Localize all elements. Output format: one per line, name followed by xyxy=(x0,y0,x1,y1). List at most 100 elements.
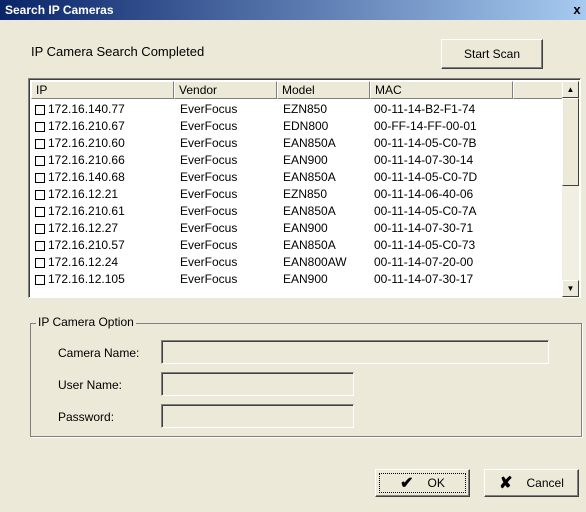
ip-cell: 172.16.12.21 xyxy=(31,186,174,203)
ip-cell: 172.16.12.27 xyxy=(31,220,174,237)
table-row[interactable]: 172.16.210.57 EverFocus EAN850A 00-11-14-05… xyxy=(31,237,563,254)
vendor-cell: EverFocus xyxy=(180,153,238,167)
vendor-cell: EverFocus xyxy=(180,136,238,150)
ip-text: 172.16.140.68 xyxy=(48,170,125,184)
table-row[interactable]: 172.16.210.66 EverFocus EAN900 00-11-14-07-… xyxy=(31,152,563,169)
focus-rectangle xyxy=(379,473,466,493)
ok-button[interactable]: ✔ OK xyxy=(375,469,470,497)
mac-cell: 00-11-14-05-C0-7D xyxy=(374,170,478,184)
arrow-up-icon: ▲ xyxy=(566,85,575,94)
column-header-ip[interactable]: IP xyxy=(31,81,174,99)
arrow-down-icon: ▼ xyxy=(566,284,575,293)
ip-text: 172.16.210.66 xyxy=(48,153,125,167)
vendor-cell: EverFocus xyxy=(180,119,238,133)
column-header-vendor[interactable]: Vendor xyxy=(174,81,277,99)
start-scan-button[interactable]: Start Scan xyxy=(441,39,543,69)
table-row[interactable]: 172.16.210.67 EverFocus EDN800 00-FF-14-FF-… xyxy=(31,118,563,135)
ip-cell: 172.16.210.61 xyxy=(31,203,174,220)
checkbox-icon[interactable] xyxy=(35,138,45,149)
mac-cell: 00-11-14-B2-F1-74 xyxy=(374,102,476,116)
model-cell: EZN850 xyxy=(283,187,328,201)
cancel-label: Cancel xyxy=(526,476,564,490)
vendor-cell: EverFocus xyxy=(180,238,238,252)
cancel-button[interactable]: ✘ Cancel xyxy=(484,469,579,497)
camera-name-field[interactable] xyxy=(161,340,549,364)
list-header: IP Vendor Model MAC xyxy=(31,81,563,99)
camera-list: IP Vendor Model MAC 172.16.140.77 EverFoc… xyxy=(28,78,581,298)
table-row[interactable]: 172.16.210.61 EverFocus EAN850A 00-11-14-05… xyxy=(31,203,563,220)
x-icon: ✘ xyxy=(499,475,513,492)
vendor-cell: EverFocus xyxy=(180,221,238,235)
ip-cell: 172.16.140.77 xyxy=(31,101,174,118)
mac-cell: 00-11-14-07-30-14 xyxy=(374,153,474,167)
checkbox-icon[interactable] xyxy=(35,274,45,285)
mac-cell: 00-11-14-06-40-06 xyxy=(374,187,474,201)
vendor-cell: EverFocus xyxy=(180,170,238,184)
ip-cell: 172.16.210.66 xyxy=(31,152,174,169)
vendor-cell: EverFocus xyxy=(180,204,238,218)
ip-cell: 172.16.210.60 xyxy=(31,135,174,152)
checkbox-icon[interactable] xyxy=(35,104,45,115)
ip-text: 172.16.210.57 xyxy=(48,238,125,252)
user-name-field[interactable] xyxy=(161,372,354,396)
table-row[interactable]: 172.16.140.77 EverFocus EZN850 00-11-14-B2-… xyxy=(31,101,563,118)
vendor-cell: EverFocus xyxy=(180,272,238,286)
mac-cell: 00-FF-14-FF-00-01 xyxy=(374,119,477,133)
mac-cell: 00-11-14-05-C0-7A xyxy=(374,204,477,218)
ip-text: 172.16.140.77 xyxy=(48,102,125,116)
ip-camera-option-group: IP Camera Option Camera Name: User Name:… xyxy=(30,315,582,437)
model-cell: EAN900 xyxy=(283,221,328,235)
model-cell: EAN850A xyxy=(283,136,336,150)
vendor-cell: EverFocus xyxy=(180,102,238,116)
model-cell: EAN800AW xyxy=(283,255,347,269)
table-row[interactable]: 172.16.12.21 EverFocus EZN850 00-11-14-06-4… xyxy=(31,186,563,203)
model-cell: EAN900 xyxy=(283,153,328,167)
checkbox-icon[interactable] xyxy=(35,189,45,200)
camera-rows: 172.16.140.77 EverFocus EZN850 00-11-14-B2-… xyxy=(31,101,563,288)
ip-cell: 172.16.12.105 xyxy=(31,271,174,288)
checkbox-icon[interactable] xyxy=(35,240,45,251)
mac-cell: 00-11-14-07-20-00 xyxy=(374,255,474,269)
table-row[interactable]: 172.16.12.24 EverFocus EAN800AW 00-11-14-07… xyxy=(31,254,563,271)
checkbox-icon[interactable] xyxy=(35,121,45,132)
scroll-thumb[interactable] xyxy=(562,98,579,186)
ip-cell: 172.16.140.68 xyxy=(31,169,174,186)
table-row[interactable]: 172.16.140.68 EverFocus EAN850A 00-11-14-05… xyxy=(31,169,563,186)
table-row[interactable]: 172.16.12.27 EverFocus EAN900 00-11-14-07-3… xyxy=(31,220,563,237)
camera-name-label: Camera Name: xyxy=(58,346,140,360)
mac-cell: 00-11-14-05-C0-73 xyxy=(374,238,476,252)
window-title: Search IP Cameras xyxy=(5,3,114,17)
model-cell: EAN850A xyxy=(283,204,336,218)
vendor-cell: EverFocus xyxy=(180,187,238,201)
user-name-label: User Name: xyxy=(58,378,123,392)
vertical-scrollbar[interactable]: ▲ ▼ xyxy=(562,81,579,297)
column-header-model[interactable]: Model xyxy=(277,81,370,99)
checkbox-icon[interactable] xyxy=(35,206,45,217)
ip-text: 172.16.210.61 xyxy=(48,204,125,218)
checkbox-icon[interactable] xyxy=(35,172,45,183)
column-header-mac[interactable]: MAC xyxy=(370,81,513,99)
table-row[interactable]: 172.16.210.60 EverFocus EAN850A 00-11-14-05… xyxy=(31,135,563,152)
table-row[interactable]: 172.16.12.105 EverFocus EAN900 00-11-14-07-… xyxy=(31,271,563,288)
scroll-down-button[interactable]: ▼ xyxy=(562,280,579,297)
ip-cell: 172.16.12.24 xyxy=(31,254,174,271)
ip-camera-option-title: IP Camera Option xyxy=(36,315,136,329)
ip-text: 172.16.12.27 xyxy=(48,221,119,235)
close-button[interactable]: x xyxy=(568,1,586,19)
search-ip-cameras-dialog: Search IP Cameras x IP Camera Search Com… xyxy=(0,0,586,512)
password-field[interactable] xyxy=(161,404,354,428)
model-cell: EAN850A xyxy=(283,170,336,184)
checkbox-icon[interactable] xyxy=(35,257,45,268)
model-cell: EDN800 xyxy=(283,119,329,133)
ip-cell: 172.16.210.67 xyxy=(31,118,174,135)
mac-cell: 00-11-14-07-30-17 xyxy=(374,272,474,286)
ip-text: 172.16.12.24 xyxy=(48,255,119,269)
ip-text: 172.16.210.67 xyxy=(48,119,125,133)
mac-cell: 00-11-14-05-C0-7B xyxy=(374,136,477,150)
model-cell: EZN850 xyxy=(283,102,328,116)
scroll-up-button[interactable]: ▲ xyxy=(562,81,579,98)
checkbox-icon[interactable] xyxy=(35,155,45,166)
ip-text: 172.16.210.60 xyxy=(48,136,125,150)
ip-text: 172.16.12.21 xyxy=(48,187,119,201)
checkbox-icon[interactable] xyxy=(35,223,45,234)
